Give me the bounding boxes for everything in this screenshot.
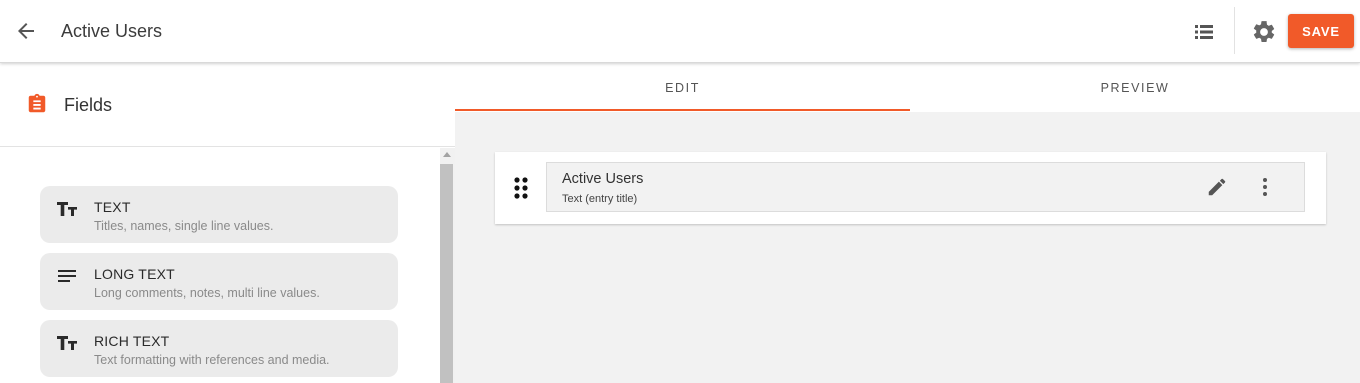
- field-card-name: TEXT: [94, 199, 131, 215]
- field-card-long-text[interactable]: LONG TEXT Long comments, notes, multi li…: [40, 253, 398, 310]
- pencil-icon[interactable]: [1206, 176, 1228, 198]
- back-arrow-icon[interactable]: [14, 19, 38, 43]
- entry-field-type: Text (entry title): [562, 193, 638, 205]
- page-title: Active Users: [61, 21, 163, 41]
- entry-field-row[interactable]: Active Users Text (entry title): [546, 162, 1305, 212]
- lines-icon: [56, 267, 78, 285]
- text-format-icon: [56, 200, 78, 218]
- entry-field-card: Active Users Text (entry title): [495, 152, 1326, 224]
- header-divider: [1234, 7, 1235, 54]
- gear-icon[interactable]: [1251, 19, 1277, 45]
- field-card-name: LONG TEXT: [94, 266, 175, 282]
- more-vert-icon[interactable]: [1255, 176, 1275, 198]
- editor-panel: EDIT PREVIEW Active Users Text (entry ti…: [455, 63, 1360, 383]
- text-format-icon: [56, 334, 78, 352]
- fields-title: Fields: [64, 95, 113, 115]
- fields-panel: Fields TEXT Titles, names, single line v…: [0, 63, 455, 383]
- scrollbar-thumb[interactable]: [440, 164, 453, 383]
- scroll-up-arrow-icon[interactable]: [443, 152, 451, 157]
- field-type-list: TEXT Titles, names, single line values. …: [0, 148, 440, 383]
- save-button[interactable]: SAVE: [1288, 14, 1354, 48]
- field-card-description: Text formatting with references and medi…: [94, 353, 330, 367]
- tab-preview[interactable]: PREVIEW: [910, 63, 1360, 112]
- drag-handle-icon[interactable]: [513, 176, 529, 200]
- fields-scrollbar[interactable]: [440, 148, 455, 383]
- field-card-name: RICH TEXT: [94, 333, 170, 349]
- field-card-text[interactable]: TEXT Titles, names, single line values.: [40, 186, 398, 243]
- fields-header: Fields: [0, 63, 455, 147]
- field-card-rich-text[interactable]: RICH TEXT Text formatting with reference…: [40, 320, 398, 377]
- field-card-description: Titles, names, single line values.: [94, 219, 274, 233]
- top-app-bar: Active Users SAVE: [0, 0, 1360, 63]
- field-card-description: Long comments, notes, multi line values.: [94, 286, 320, 300]
- entry-field-name: Active Users: [562, 171, 644, 187]
- editor-tabs: EDIT PREVIEW: [455, 63, 1360, 112]
- tab-edit[interactable]: EDIT: [455, 63, 910, 112]
- active-tab-indicator: [455, 109, 910, 111]
- clipboard-icon: [26, 93, 48, 115]
- list-icon[interactable]: [1192, 20, 1216, 44]
